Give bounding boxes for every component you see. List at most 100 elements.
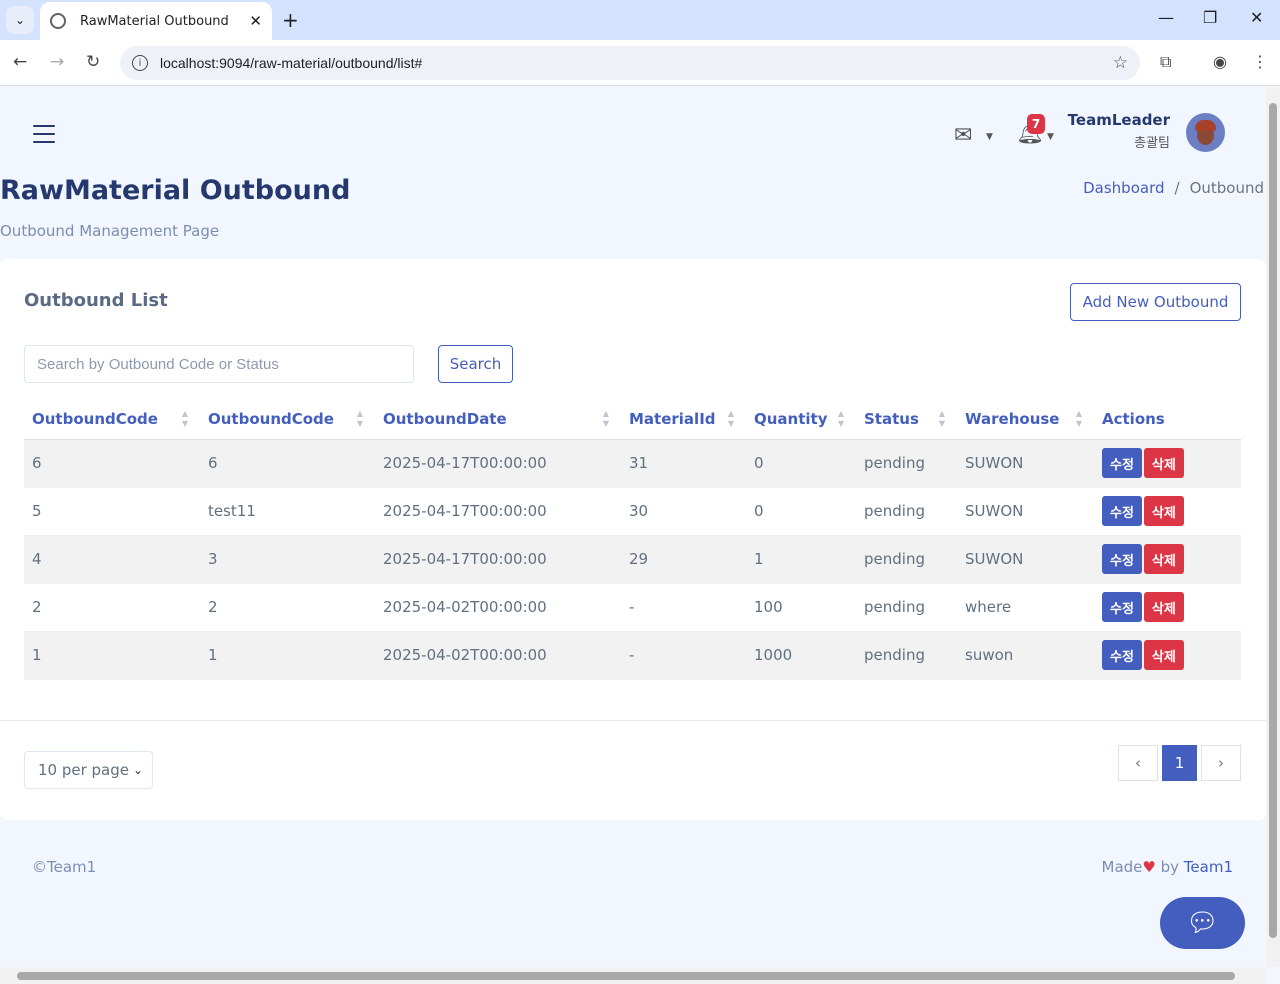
horizontal-scroll-thumb[interactable] [17, 972, 1235, 980]
edit-button[interactable]: 수정 [1102, 592, 1142, 622]
tab-search-button[interactable]: ⌄ [6, 6, 34, 34]
vertical-scroll-thumb[interactable] [1269, 103, 1277, 938]
column-header[interactable]: OutboundDate ▲ ▼ [375, 399, 621, 440]
table-cell: 31 [621, 439, 746, 488]
table-cell: pending [856, 439, 957, 488]
table-row: 6 6 2025-04-17T00:00:00 31 0 pending SUWON 수정 삭제 [24, 439, 1241, 488]
heart-icon: ♥ [1142, 858, 1156, 876]
card-divider [0, 720, 1266, 721]
url-text: localhost:9094/raw-material/outbound/lis… [160, 55, 423, 71]
search-button[interactable]: Search [438, 345, 513, 383]
per-page-value: 10 per page [38, 761, 130, 779]
window-close-icon[interactable]: ✕ [1250, 8, 1263, 27]
breadcrumb-separator: / [1174, 179, 1180, 197]
tab-close-icon[interactable]: ✕ [249, 12, 262, 30]
page-button-current[interactable]: 1 [1162, 745, 1197, 781]
actions-cell: 수정 삭제 [1094, 487, 1241, 536]
page-favicon-icon [50, 13, 66, 29]
user-name[interactable]: TeamLeader [1068, 111, 1170, 129]
chevron-down-icon: ⌄ [133, 763, 144, 777]
delete-button[interactable]: 삭제 [1143, 592, 1184, 622]
footer-copyright: ©Team1 [32, 858, 97, 876]
prev-page-button[interactable]: ‹ [1118, 745, 1158, 781]
table-cell: 1 [746, 535, 856, 584]
actions-cell: 수정 삭제 [1094, 535, 1241, 584]
table-row: 2 2 2025-04-02T00:00:00-100 pending where 수정 삭… [24, 583, 1241, 632]
search-input[interactable] [24, 345, 414, 383]
outbound-list-card: Outbound List Add New Outbound Search Ou… [0, 259, 1266, 820]
column-header[interactable]: OutboundCode ▲ ▼ [24, 399, 200, 440]
delete-button[interactable]: 삭제 [1143, 496, 1184, 526]
extensions-icon[interactable]: ⧉ [1160, 52, 1171, 72]
avatar[interactable] [1186, 113, 1225, 152]
actions-cell: 수정 삭제 [1094, 439, 1241, 488]
edit-button[interactable]: 수정 [1102, 544, 1142, 574]
delete-button[interactable]: 삭제 [1143, 544, 1184, 574]
edit-button[interactable]: 수정 [1102, 496, 1142, 526]
per-page-select[interactable]: 10 per page ⌄ [24, 751, 153, 789]
footer-team-link[interactable]: Team1 [1184, 858, 1233, 876]
edit-button[interactable]: 수정 [1102, 448, 1142, 478]
sort-icon: ▲ ▼ [1075, 409, 1082, 428]
restore-icon[interactable]: ❐ [1203, 8, 1217, 27]
address-bar[interactable]: i localhost:9094/raw-material/outbound/l… [120, 46, 1140, 80]
column-header[interactable]: Status ▲ ▼ [856, 399, 957, 440]
table-cell: 2025-04-17T00:00:00 [375, 487, 621, 536]
mail-icon[interactable]: ✉ [954, 123, 972, 148]
table-cell: 29 [621, 535, 746, 584]
table-row: 4 3 2025-04-17T00:00:00 29 1 pending SUWON 수정 삭제 [24, 535, 1241, 584]
bookmark-star-icon[interactable]: ☆ [1113, 53, 1128, 73]
browser-menu-icon[interactable]: ⋮ [1252, 52, 1268, 71]
column-header[interactable]: Warehouse ▲ ▼ [957, 399, 1094, 440]
table-cell: pending [856, 631, 957, 680]
table-cell: 4 [24, 535, 200, 584]
footer-by: by [1155, 858, 1184, 876]
table-cell: 5 [24, 487, 200, 536]
table-cell: pending [856, 583, 957, 632]
column-header[interactable]: MaterialId ▲ ▼ [621, 399, 746, 440]
sort-icon: ▲ ▼ [938, 409, 945, 428]
delete-button[interactable]: 삭제 [1143, 448, 1184, 478]
edit-button[interactable]: 수정 [1102, 640, 1142, 670]
forward-icon[interactable]: → [50, 52, 64, 72]
column-header[interactable]: OutboundCode ▲ ▼ [200, 399, 375, 440]
browser-tab-bar: ⌄ RawMaterial Outbound ✕ + — ❐ ✕ [0, 0, 1280, 40]
breadcrumb-current: Outbound [1189, 179, 1264, 197]
sidebar-toggle-icon[interactable] [33, 125, 55, 143]
user-role: 총괄팀 [1134, 136, 1170, 151]
table-row: 1 1 2025-04-02T00:00:00-1000 pending suwon 수정… [24, 631, 1241, 680]
table-cell: 2 [24, 583, 200, 632]
footer-credit: Made♥ by Team1 [1102, 858, 1233, 876]
breadcrumb-dashboard-link[interactable]: Dashboard [1083, 179, 1164, 197]
actions-cell: 수정 삭제 [1094, 631, 1241, 680]
column-header[interactable]: Quantity ▲ ▼ [746, 399, 856, 440]
vertical-scrollbar[interactable] [1266, 87, 1280, 967]
reload-icon[interactable]: ↻ [86, 52, 100, 72]
table-header-row: OutboundCode ▲ ▼ OutboundCode ▲ ▼ OutboundDa… [24, 399, 1241, 440]
table-cell: 1 [200, 631, 375, 680]
new-tab-icon[interactable]: + [282, 8, 299, 32]
page-title: RawMaterial Outbound [0, 175, 351, 206]
table-cell: 0 [746, 439, 856, 488]
delete-button[interactable]: 삭제 [1143, 640, 1184, 670]
chat-icon[interactable]: 💬︎ [1160, 897, 1245, 949]
minimize-icon[interactable]: — [1158, 8, 1174, 27]
table-cell: 2025-04-02T00:00:00 [375, 631, 621, 680]
table-cell: 2025-04-17T00:00:00 [375, 439, 621, 488]
tab-title: RawMaterial Outbound [80, 13, 229, 29]
table-cell: 100 [746, 583, 856, 632]
profile-icon[interactable]: ◉ [1213, 52, 1227, 71]
back-icon[interactable]: ← [13, 52, 27, 72]
browser-tab[interactable]: RawMaterial Outbound ✕ [40, 2, 272, 40]
table-cell: 1 [24, 631, 200, 680]
breadcrumb: Dashboard / Outbound [1083, 179, 1264, 197]
sort-icon: ▲ ▼ [181, 409, 188, 428]
column-header-actions: Actions [1094, 399, 1241, 440]
sort-icon: ▲ ▼ [356, 409, 363, 428]
actions-cell: 수정 삭제 [1094, 583, 1241, 632]
horizontal-scrollbar[interactable] [0, 967, 1266, 984]
add-new-outbound-button[interactable]: Add New Outbound [1070, 283, 1241, 321]
next-page-button[interactable]: › [1201, 745, 1241, 781]
site-info-icon[interactable]: i [132, 55, 148, 71]
table-cell: - [621, 583, 746, 632]
